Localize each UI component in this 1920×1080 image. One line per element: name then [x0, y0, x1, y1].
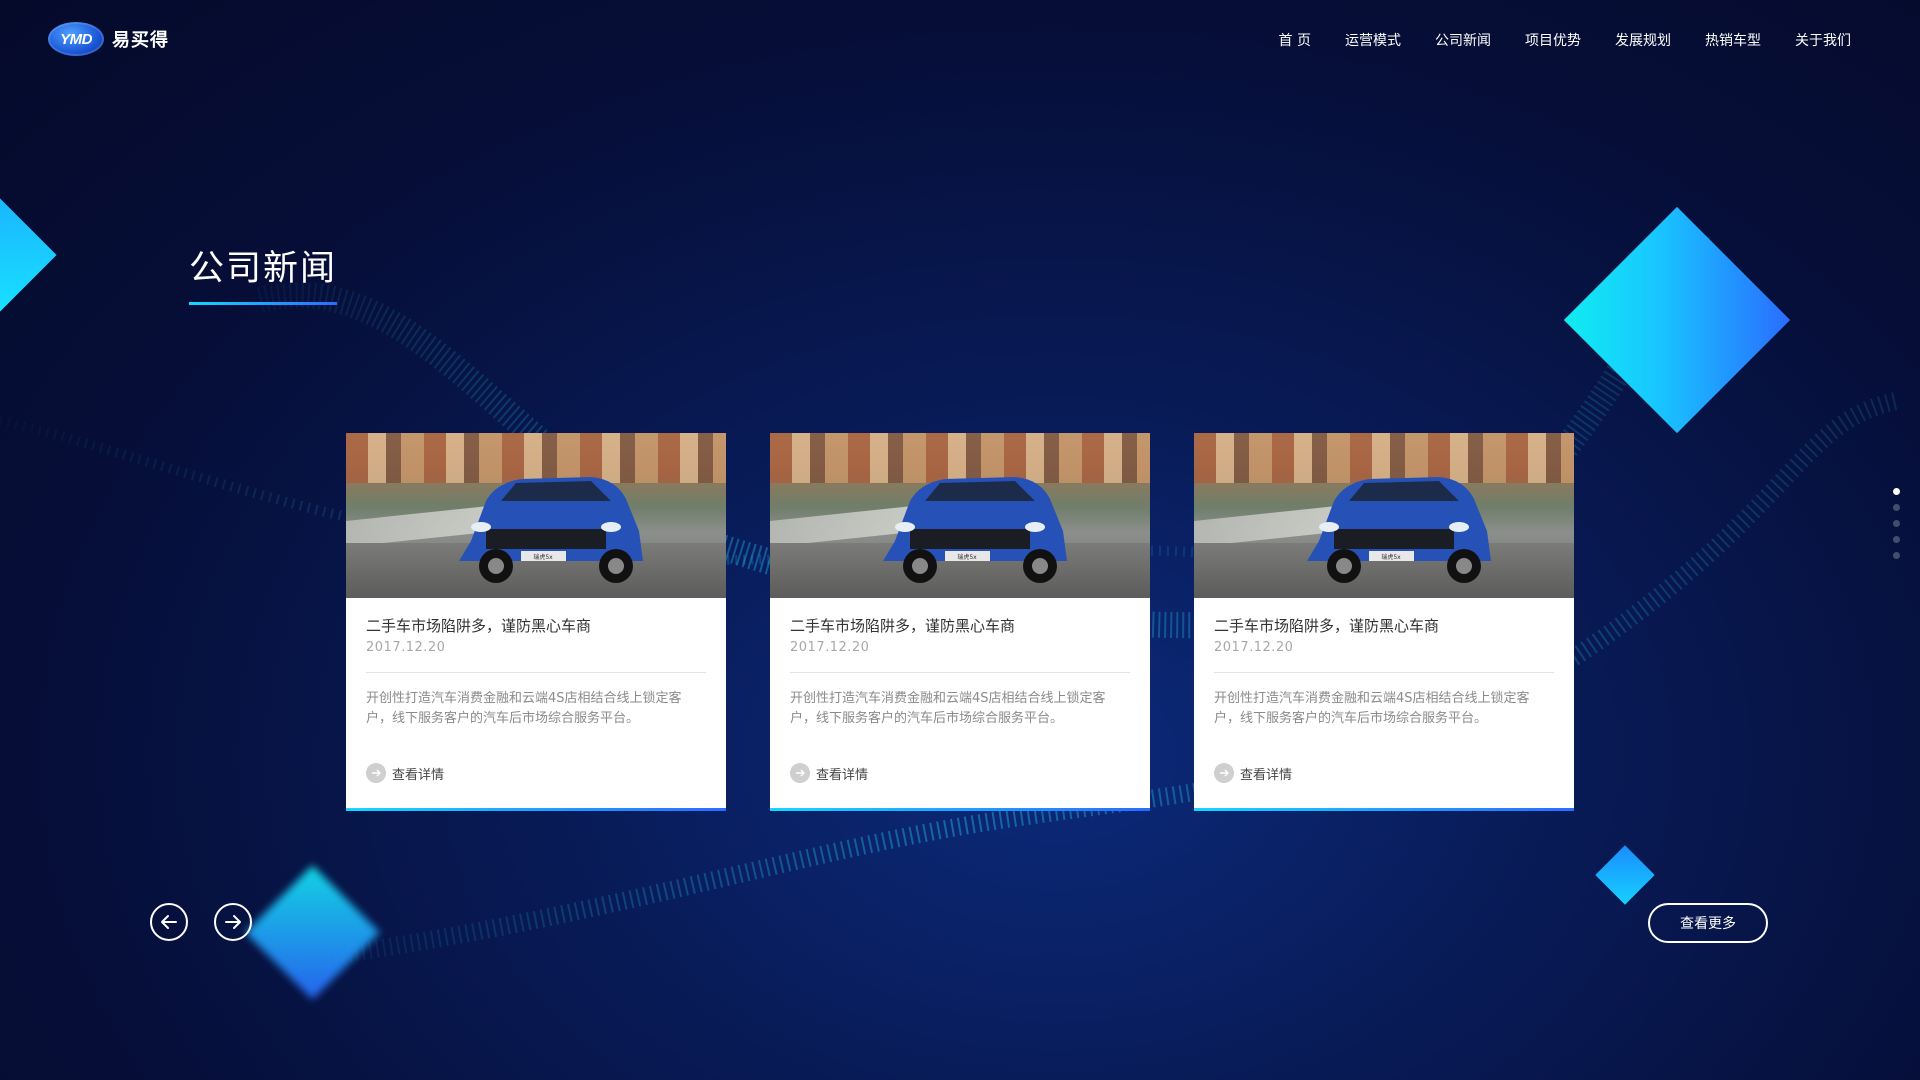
logo-badge: YMD [48, 22, 104, 56]
nav-item-company-news[interactable]: 公司新闻 [1418, 30, 1508, 50]
diamond-decoration-left [0, 198, 57, 312]
view-details-link[interactable]: 查看详情 [366, 763, 706, 783]
prev-button[interactable] [150, 903, 188, 941]
section-title: 公司新闻 [189, 249, 338, 289]
news-card-title[interactable]: 二手车市场陷阱多，谨防黑心车商 [1214, 616, 1554, 636]
arrow-right-icon [225, 915, 241, 929]
license-plate: 瑞虎5x [957, 553, 977, 561]
title-underline [189, 302, 337, 305]
nav-item-hot-models[interactable]: 热销车型 [1688, 30, 1778, 50]
divider [366, 672, 706, 673]
nav-item-project-advantages[interactable]: 项目优势 [1508, 30, 1598, 50]
page-dot[interactable] [1893, 504, 1900, 511]
news-card[interactable]: 瑞虎5x 二手车市场陷阱多，谨防黑心车商 2017.12.20 开创性打造汽车消… [1194, 433, 1574, 811]
view-more-button[interactable]: 查看更多 [1648, 903, 1768, 943]
logo[interactable]: YMD 易买得 [48, 22, 169, 56]
arrow-left-icon [161, 915, 177, 929]
car-image: 瑞虎5x [1307, 477, 1491, 583]
next-button[interactable] [214, 903, 252, 941]
arrow-right-icon [790, 763, 810, 783]
license-plate: 瑞虎5x [533, 553, 553, 561]
news-card-title[interactable]: 二手车市场陷阱多，谨防黑心车商 [790, 616, 1130, 636]
nav-item-operation-mode[interactable]: 运营模式 [1328, 30, 1418, 50]
arrow-right-icon [366, 763, 386, 783]
news-card-list: 瑞虎5x 二手车市场陷阱多，谨防黑心车商 2017.12.20 开创性打造汽车消… [346, 433, 1574, 811]
news-card-image: 瑞虎5x [1194, 433, 1574, 598]
page-dot[interactable] [1893, 488, 1900, 495]
diamond-decoration-blurred [245, 865, 380, 1000]
divider [790, 672, 1130, 673]
news-card-date: 2017.12.20 [1214, 640, 1294, 655]
view-details-label: 查看详情 [392, 767, 445, 783]
news-card-image: 瑞虎5x [346, 433, 726, 598]
logo-name: 易买得 [112, 30, 169, 51]
news-card-description: 开创性打造汽车消费金融和云端4S店相结合线上锁定客户，线下服务客户的汽车后市场综… [790, 691, 1106, 726]
main-nav: 首 页 运营模式 公司新闻 项目优势 发展规划 热销车型 关于我们 [1262, 30, 1868, 50]
nav-item-home[interactable]: 首 页 [1262, 30, 1328, 50]
page-dot[interactable] [1893, 520, 1900, 527]
view-details-link[interactable]: 查看详情 [1214, 763, 1554, 783]
news-card-date: 2017.12.20 [366, 640, 446, 655]
car-image: 瑞虎5x [459, 477, 643, 583]
card-accent-bar [1194, 808, 1574, 811]
news-card[interactable]: 瑞虎5x 二手车市场陷阱多，谨防黑心车商 2017.12.20 开创性打造汽车消… [346, 433, 726, 811]
view-details-label: 查看详情 [816, 767, 869, 783]
car-image: 瑞虎5x [883, 477, 1067, 583]
page-indicator [1893, 488, 1900, 559]
news-card-description: 开创性打造汽车消费金融和云端4S店相结合线上锁定客户，线下服务客户的汽车后市场综… [366, 691, 682, 726]
diamond-decoration-small [1595, 845, 1655, 905]
card-accent-bar [770, 808, 1150, 811]
page-dot[interactable] [1893, 536, 1900, 543]
arrow-right-icon [1214, 763, 1234, 783]
header: YMD 易买得 首 页 运营模式 公司新闻 项目优势 发展规划 热销车型 关于我… [0, 0, 1920, 80]
news-card-date: 2017.12.20 [790, 640, 870, 655]
news-card-description: 开创性打造汽车消费金融和云端4S店相结合线上锁定客户，线下服务客户的汽车后市场综… [1214, 691, 1530, 726]
nav-item-about-us[interactable]: 关于我们 [1778, 30, 1868, 50]
news-card[interactable]: 瑞虎5x 二手车市场陷阱多，谨防黑心车商 2017.12.20 开创性打造汽车消… [770, 433, 1150, 811]
license-plate: 瑞虎5x [1381, 553, 1401, 561]
page-dot[interactable] [1893, 552, 1900, 559]
diamond-decoration-large [1563, 206, 1791, 434]
nav-item-development-plan[interactable]: 发展规划 [1598, 30, 1688, 50]
divider [1214, 672, 1554, 673]
view-details-link[interactable]: 查看详情 [790, 763, 1130, 783]
news-card-title[interactable]: 二手车市场陷阱多，谨防黑心车商 [366, 616, 706, 636]
view-details-label: 查看详情 [1240, 767, 1293, 783]
news-card-image: 瑞虎5x [770, 433, 1150, 598]
card-accent-bar [346, 808, 726, 811]
